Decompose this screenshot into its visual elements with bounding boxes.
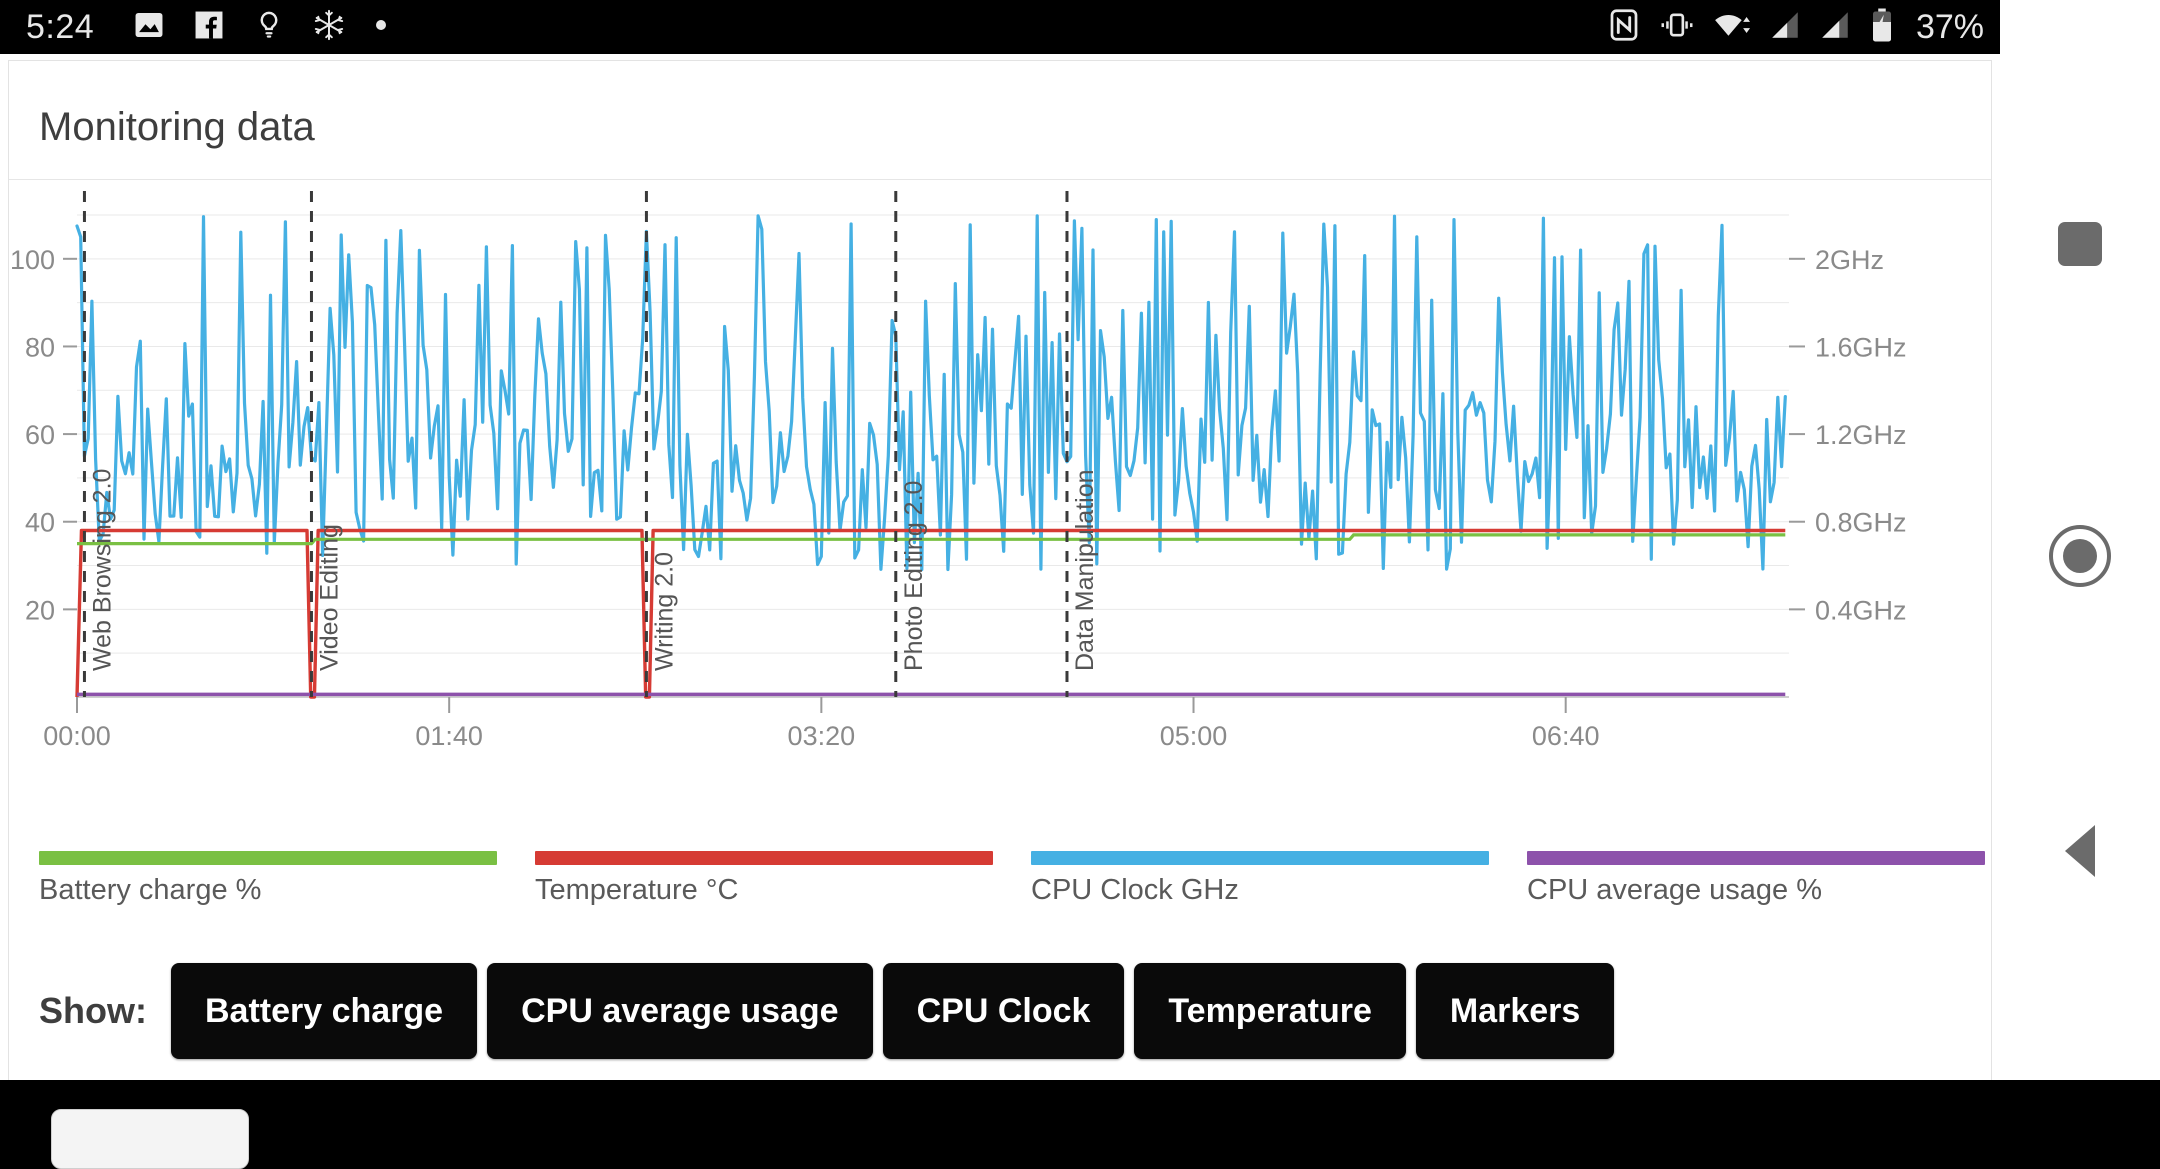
legend-swatch-battery [39, 851, 497, 865]
android-navigation-bar [2000, 0, 2160, 1080]
svg-text:100: 100 [10, 245, 55, 275]
legend-label-cpuclock: CPU Clock GHz [1031, 874, 1497, 907]
legend-swatch-cpuusage [1527, 851, 1985, 865]
status-bar-system-icons: 37% [1606, 0, 1984, 54]
show-label: Show: [39, 990, 147, 1032]
legend-item: Temperature °C [505, 851, 1001, 935]
snowflake-icon [312, 8, 346, 47]
toggle-cpu-average-usage-button[interactable]: CPU average usage [487, 963, 873, 1059]
svg-text:40: 40 [25, 508, 55, 538]
dot-icon [372, 16, 390, 39]
bulb-icon [252, 8, 286, 47]
nfc-icon [1606, 7, 1642, 48]
svg-text:60: 60 [25, 420, 55, 450]
svg-text:00:00: 00:00 [43, 721, 111, 751]
legend-label-cpuusage: CPU average usage % [1527, 874, 1993, 907]
svg-text:Data Manipulation: Data Manipulation [1071, 469, 1099, 671]
wifi-icon [1712, 7, 1752, 48]
svg-text:Web Browsing 2.0: Web Browsing 2.0 [88, 469, 116, 671]
image-icon [132, 8, 166, 47]
facebook-icon [192, 8, 226, 47]
back-icon[interactable] [2065, 825, 2095, 877]
legend-label-temperature: Temperature °C [535, 874, 1001, 907]
app-content: Monitoring data 20 40 60 80 100 0.4GHz 0.8GHz 1… [0, 54, 2000, 1080]
svg-text:0.4GHz: 0.4GHz [1815, 595, 1907, 625]
recents-icon[interactable] [2058, 222, 2102, 266]
legend-swatch-temperature [535, 851, 993, 865]
svg-text:Video Editing: Video Editing [315, 524, 343, 671]
screen: 5:24 [0, 0, 2160, 1080]
svg-text:1.2GHz: 1.2GHz [1815, 420, 1907, 450]
signal-icon [1768, 8, 1802, 47]
svg-text:06:40: 06:40 [1532, 721, 1600, 751]
legend-swatch-cpuclock [1031, 851, 1489, 865]
toggle-temperature-button[interactable]: Temperature [1134, 963, 1405, 1059]
svg-text:Writing 2.0: Writing 2.0 [650, 552, 678, 671]
status-bar: 5:24 [0, 0, 2000, 54]
svg-text:20: 20 [25, 595, 55, 625]
toggle-battery-charge-button[interactable]: Battery charge [171, 963, 477, 1059]
svg-text:03:20: 03:20 [788, 721, 856, 751]
vibrate-icon [1658, 7, 1696, 48]
svg-text:01:40: 01:40 [415, 721, 483, 751]
title-divider [9, 179, 1991, 180]
legend-item: CPU average usage % [1497, 851, 1993, 935]
monitoring-card: Monitoring data 20 40 60 80 100 0.4GHz 0.8GHz 1… [8, 60, 1992, 1080]
chart-legend: Battery charge % Temperature °C CPU Cloc… [9, 851, 1993, 935]
chart-canvas[interactable]: 20 40 60 80 100 0.4GHz 0.8GHz 1.2GHz 1.6GHz 2GHz 0… [9, 187, 1993, 847]
battery-percent-label: 37% [1916, 8, 1984, 47]
svg-text:05:00: 05:00 [1160, 721, 1228, 751]
svg-text:0.8GHz: 0.8GHz [1815, 508, 1907, 538]
secondary-action-button[interactable] [51, 1109, 249, 1169]
toggle-cpu-clock-button[interactable]: CPU Clock [883, 963, 1125, 1059]
legend-item: Battery charge % [9, 851, 505, 935]
status-bar-notification-icons [132, 8, 390, 47]
svg-text:80: 80 [25, 332, 55, 362]
battery-charging-icon [1868, 7, 1896, 48]
legend-item: CPU Clock GHz [1001, 851, 1497, 935]
svg-text:1.6GHz: 1.6GHz [1815, 332, 1907, 362]
svg-text:Photo Editing 2.0: Photo Editing 2.0 [900, 481, 928, 671]
toggle-markers-button[interactable]: Markers [1416, 963, 1614, 1059]
signal-2-icon [1818, 8, 1852, 47]
page-title: Monitoring data [9, 61, 1991, 150]
svg-text:2GHz: 2GHz [1815, 245, 1884, 275]
legend-label-battery: Battery charge % [39, 874, 505, 907]
status-bar-clock: 5:24 [26, 8, 94, 47]
home-icon[interactable] [2049, 525, 2111, 587]
monitoring-chart[interactable]: 20 40 60 80 100 0.4GHz 0.8GHz 1.2GHz 1.6GHz 2GHz 0… [9, 187, 1993, 847]
show-toolbar: Show: Battery charge CPU average usage C… [9, 951, 1993, 1071]
